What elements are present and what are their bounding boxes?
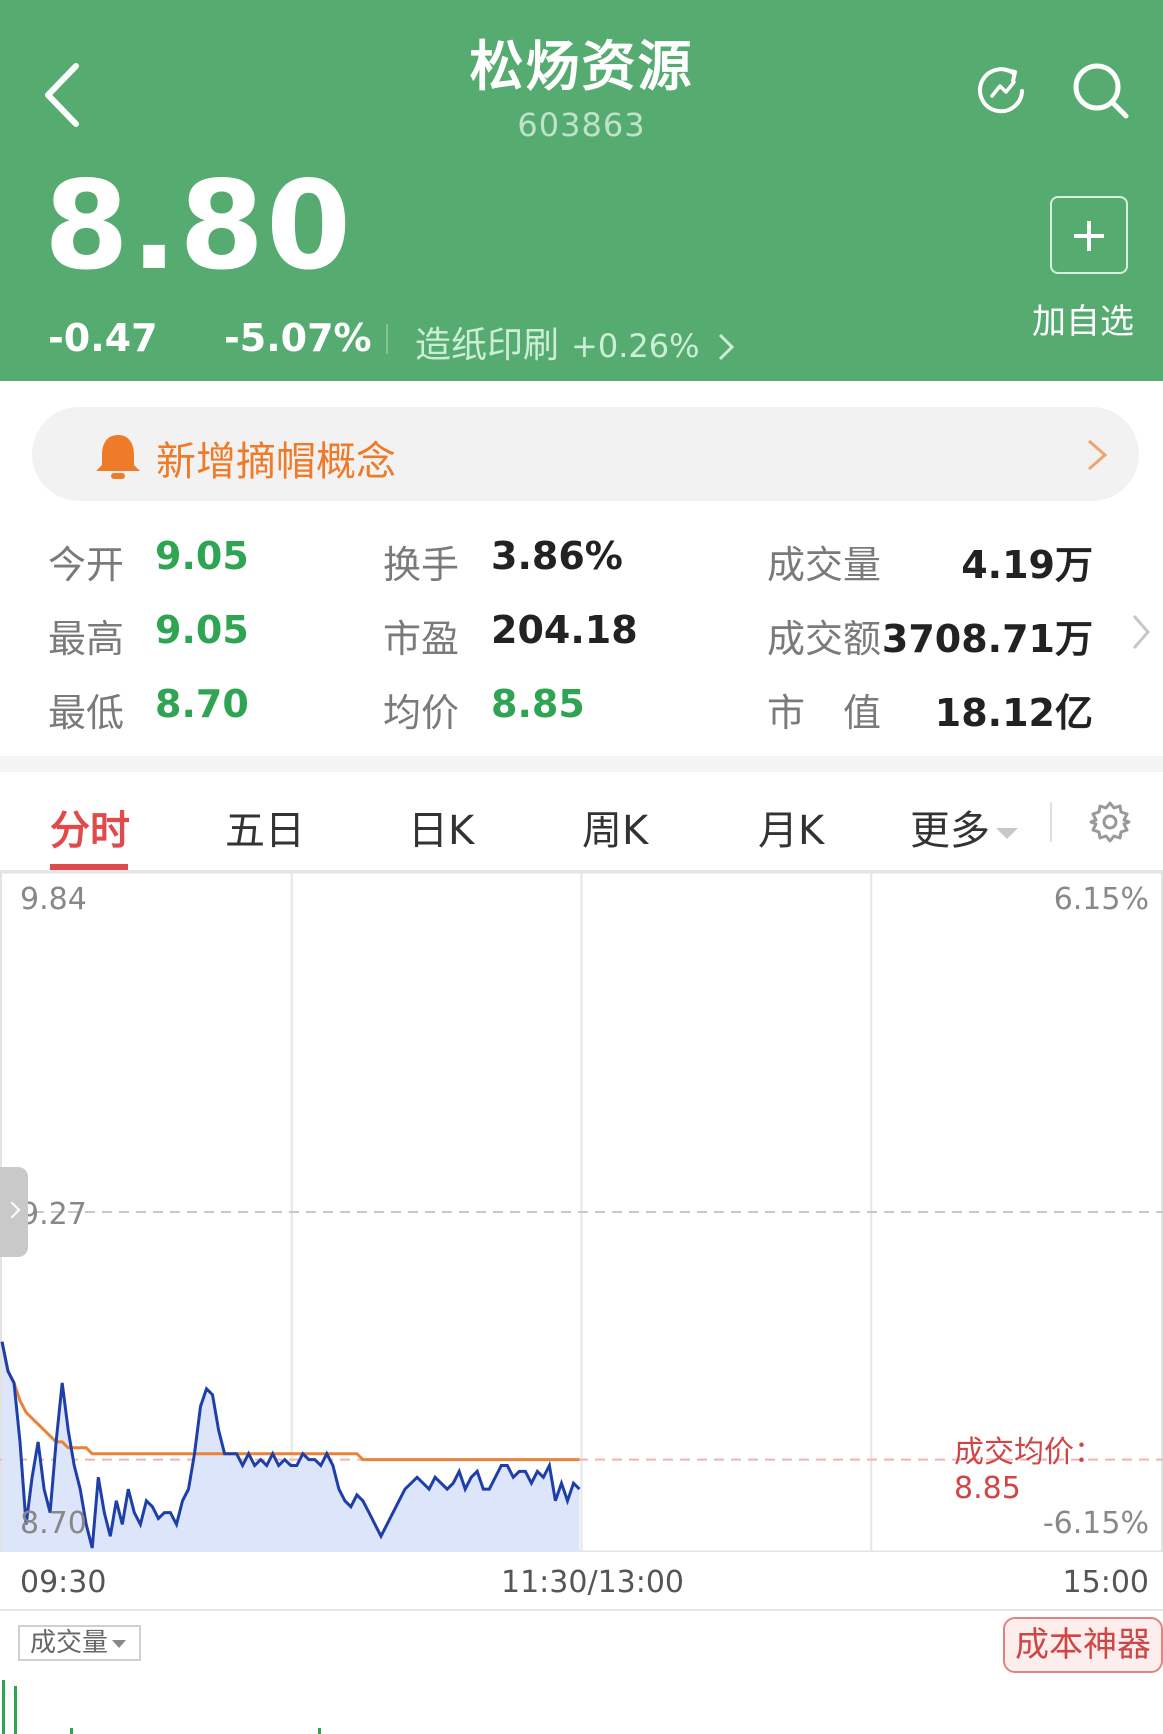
price-change-percent: -5.07% bbox=[224, 316, 372, 360]
y-axis-mid-label: 9.27 bbox=[20, 1197, 87, 1232]
turnover-value: 3.86% bbox=[491, 534, 623, 578]
tab-more-label: 更多 bbox=[910, 808, 990, 854]
gear-icon[interactable] bbox=[1088, 800, 1132, 844]
search-icon[interactable] bbox=[1068, 58, 1134, 124]
tab-weekly-k[interactable]: 周K bbox=[582, 798, 648, 856]
low-label: 最低 bbox=[48, 691, 125, 735]
industry-name: 造纸印刷 bbox=[415, 325, 560, 366]
caret-down-icon bbox=[112, 1639, 127, 1648]
industry-link[interactable]: 造纸印刷 +0.26% bbox=[415, 316, 735, 368]
volume-indicator-dropdown[interactable]: 成交量 bbox=[18, 1625, 141, 1661]
bell-icon bbox=[96, 435, 140, 479]
chevron-right-icon bbox=[718, 333, 735, 361]
volume-bar bbox=[14, 1686, 17, 1734]
open-value: 9.05 bbox=[155, 534, 249, 578]
stats-expand-chevron-icon[interactable] bbox=[1130, 612, 1152, 652]
amount-value: 3708.71万 bbox=[881, 617, 1093, 661]
time-axis: 09:30 11:30/13:00 15:00 bbox=[0, 1553, 1163, 1611]
pct-axis-bottom-label: -6.15% bbox=[1042, 1506, 1149, 1541]
industry-percent: +0.26% bbox=[571, 327, 700, 365]
tab-intraday[interactable]: 分时 bbox=[50, 798, 130, 856]
stock-header: 松炀资源 603863 8.80 -0.47 -5.07% 造纸印刷 +0.26%… bbox=[0, 0, 1163, 381]
avg-price-value: 8.85 bbox=[491, 682, 585, 726]
avg-price-annotation: 成交均价：8.85 bbox=[954, 1435, 1104, 1506]
chevron-right-icon bbox=[1088, 439, 1108, 471]
volume-label: 成交量 bbox=[767, 543, 882, 587]
pe-label: 市盈 bbox=[383, 617, 460, 661]
cost-tool-button[interactable]: 成本神器 bbox=[1003, 1617, 1163, 1673]
chart-period-tabs: 分时 五日 日K 周K 月K 更多 bbox=[0, 772, 1163, 872]
price-change: -0.47 bbox=[48, 316, 158, 360]
pct-axis-top-label: 6.15% bbox=[1053, 882, 1149, 917]
volume-value: 4.19万 bbox=[961, 543, 1093, 587]
add-watchlist-label[interactable]: 加自选 bbox=[1032, 294, 1134, 343]
section-divider bbox=[0, 756, 1163, 772]
pe-value: 204.18 bbox=[491, 608, 638, 652]
avg-price-label: 均价 bbox=[383, 691, 460, 735]
volume-bar bbox=[70, 1728, 73, 1734]
high-label: 最高 bbox=[48, 617, 125, 661]
tab-daily-k[interactable]: 日K bbox=[408, 798, 474, 856]
volume-bars bbox=[2, 1680, 321, 1734]
volume-bar bbox=[318, 1728, 321, 1734]
low-value: 8.70 bbox=[155, 682, 249, 726]
intraday-chart[interactable]: 9.84 9.27 8.70 6.15% -6.15% 成交均价：8.85 bbox=[0, 871, 1163, 1553]
market-cap-label: 市 值 bbox=[767, 691, 882, 735]
y-axis-top-label: 9.84 bbox=[20, 882, 87, 917]
time-end-label: 15:00 bbox=[1062, 1565, 1149, 1600]
high-value: 9.05 bbox=[155, 608, 249, 652]
tab-five-day[interactable]: 五日 bbox=[225, 798, 305, 856]
time-mid-label: 11:30/13:00 bbox=[501, 1565, 685, 1600]
add-watchlist-button[interactable] bbox=[1050, 196, 1128, 274]
concept-notice-banner[interactable]: 新增摘帽概念 bbox=[32, 407, 1139, 501]
open-label: 今开 bbox=[48, 543, 125, 587]
market-cap-value: 18.12亿 bbox=[934, 691, 1093, 735]
active-tab-indicator bbox=[50, 864, 128, 870]
notice-text: 新增摘帽概念 bbox=[156, 439, 396, 485]
quote-stats: 今开 9.05 最高 9.05 最低 8.70 换手 3.86% 市盈 204.… bbox=[0, 520, 1163, 756]
tab-more[interactable]: 更多 bbox=[910, 798, 1018, 856]
header-divider bbox=[386, 324, 388, 354]
refresh-icon[interactable] bbox=[968, 58, 1034, 124]
tab-monthly-k[interactable]: 月K bbox=[758, 798, 824, 856]
volume-dropdown-label: 成交量 bbox=[30, 1628, 109, 1658]
caret-down-icon bbox=[996, 827, 1018, 839]
side-panel-handle[interactable] bbox=[0, 1167, 28, 1257]
turnover-label: 换手 bbox=[383, 543, 460, 587]
tab-separator bbox=[1050, 802, 1052, 842]
time-start-label: 09:30 bbox=[20, 1565, 107, 1600]
volume-bar bbox=[2, 1680, 5, 1734]
amount-label: 成交额 bbox=[767, 617, 882, 661]
y-axis-bottom-label: 8.70 bbox=[20, 1506, 87, 1541]
current-price: 8.80 bbox=[44, 155, 354, 297]
